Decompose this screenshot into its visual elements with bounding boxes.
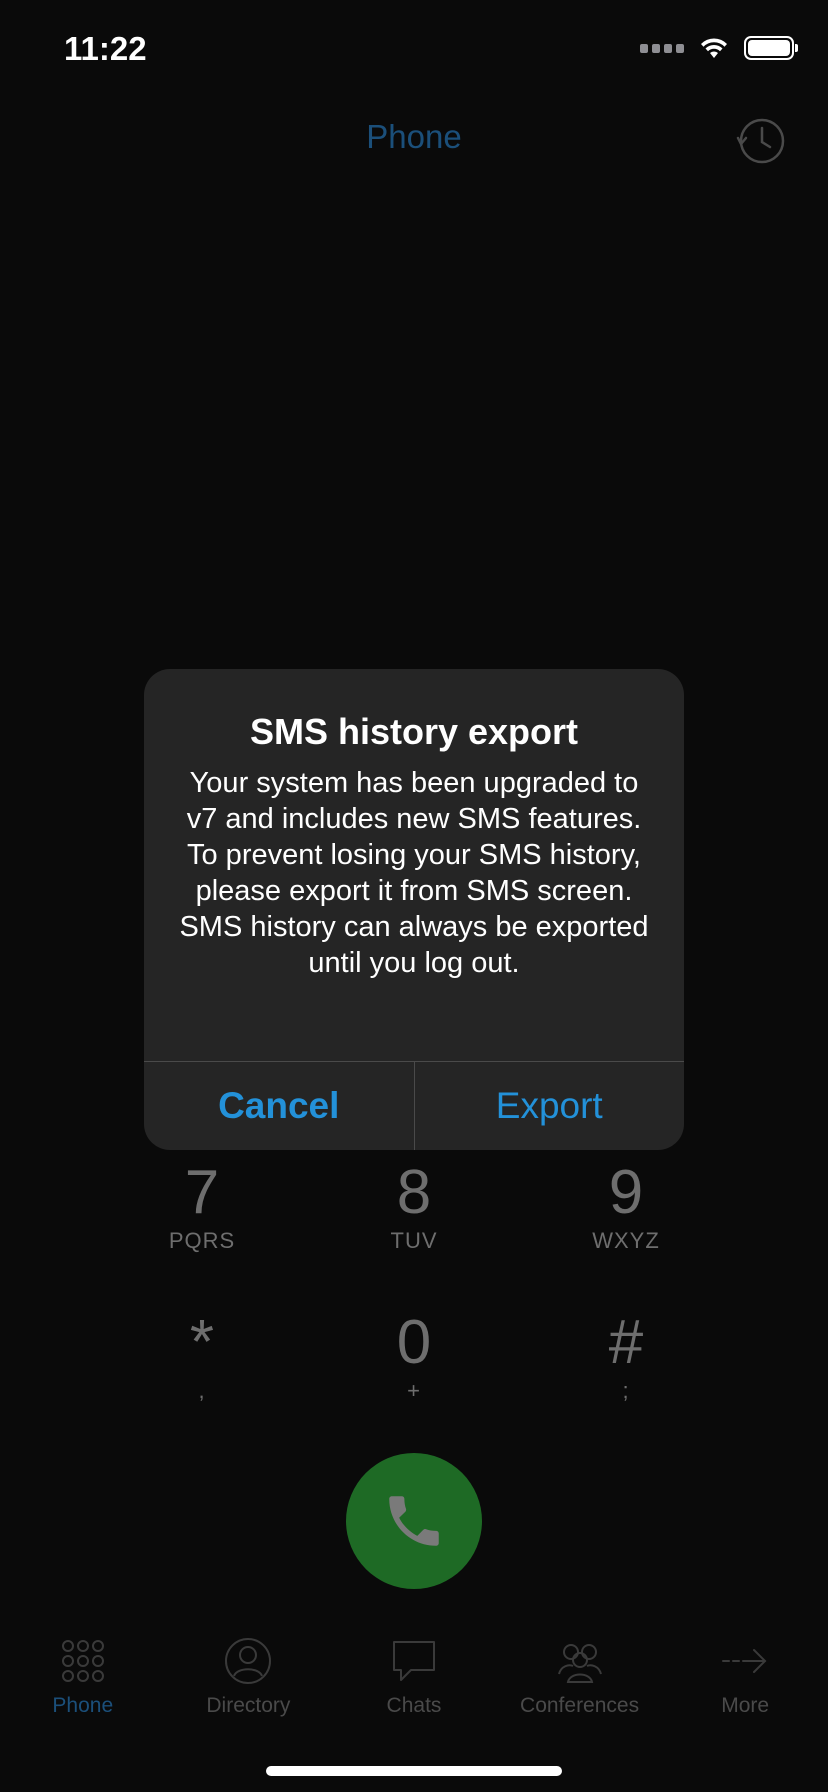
- tab-bar: Phone Directory Chats Conferences More: [0, 1620, 828, 1730]
- dial-key-digit: *: [189, 1308, 215, 1377]
- tab-phone[interactable]: Phone: [0, 1620, 166, 1730]
- dial-key-0[interactable]: 0 +: [324, 1310, 504, 1404]
- tab-label: Chats: [386, 1694, 442, 1717]
- dial-key-digit: 7: [184, 1158, 220, 1227]
- keypad-icon: [61, 1640, 104, 1682]
- dial-key-digit: 0: [396, 1308, 432, 1377]
- dial-key-star[interactable]: * ,: [112, 1310, 292, 1404]
- tab-more[interactable]: More: [662, 1620, 828, 1730]
- chat-bubble-icon: [392, 1641, 435, 1681]
- alert-actions: Cancel Export: [144, 1061, 684, 1150]
- tab-label: Directory: [206, 1694, 291, 1717]
- history-icon[interactable]: [736, 116, 786, 166]
- export-button[interactable]: Export: [415, 1062, 685, 1150]
- status-bar: 11:22: [0, 0, 828, 96]
- status-icons: [640, 36, 798, 60]
- phone-handset-icon: [389, 1496, 439, 1546]
- tab-conferences[interactable]: Conferences: [497, 1620, 663, 1730]
- dial-key-digit: 8: [396, 1158, 432, 1227]
- cellular-signal-icon: [640, 43, 684, 53]
- person-icon: [225, 1638, 272, 1684]
- tab-label: Conferences: [520, 1694, 640, 1717]
- tab-chats[interactable]: Chats: [331, 1620, 497, 1730]
- dial-key-letters: +: [407, 1378, 421, 1403]
- dial-key-digit: #: [608, 1308, 644, 1377]
- status-time: 11:22: [64, 30, 147, 67]
- call-button[interactable]: [346, 1453, 482, 1589]
- cancel-button[interactable]: Cancel: [144, 1062, 415, 1150]
- dial-key-9[interactable]: 9 WXYZ: [536, 1160, 716, 1254]
- dial-key-letters: ,: [198, 1378, 206, 1403]
- dial-key-hash[interactable]: # ;: [536, 1310, 716, 1404]
- battery-icon: [744, 36, 798, 60]
- dial-key-letters: PQRS: [168, 1228, 236, 1253]
- dial-key-letters: ;: [622, 1378, 630, 1403]
- page-title: Phone: [366, 118, 462, 155]
- group-icon: [557, 1644, 602, 1683]
- arrow-right-icon: [722, 1649, 767, 1673]
- dial-key-7[interactable]: 7 PQRS: [112, 1160, 292, 1254]
- dial-key-letters: TUV: [390, 1228, 438, 1253]
- home-indicator[interactable]: [266, 1766, 562, 1776]
- dial-key-digit: 9: [608, 1158, 644, 1227]
- wifi-icon: [701, 38, 727, 58]
- alert-title: SMS history export: [249, 711, 579, 752]
- dial-key-8[interactable]: 8 TUV: [324, 1160, 504, 1254]
- dial-key-letters: WXYZ: [592, 1228, 660, 1253]
- tab-label: More: [721, 1694, 770, 1717]
- alert-dialog: SMS history export Your system has been …: [144, 669, 684, 1150]
- alert-message: Your system has been upgraded to v7 and …: [179, 767, 649, 979]
- tab-label: Phone: [52, 1694, 114, 1717]
- tab-directory[interactable]: Directory: [166, 1620, 332, 1730]
